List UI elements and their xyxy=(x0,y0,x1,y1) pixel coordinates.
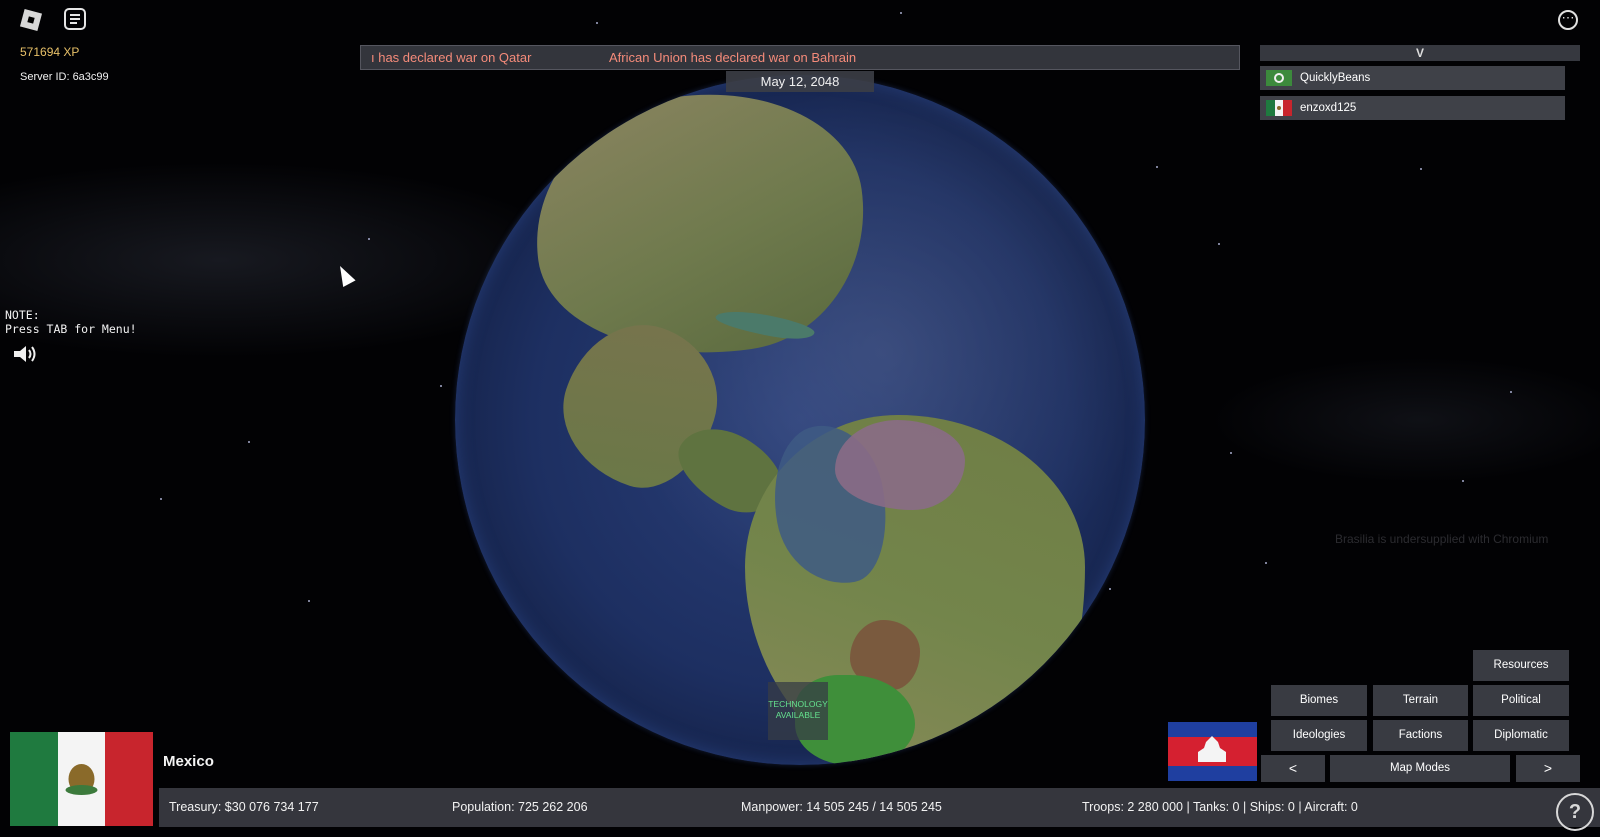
map-mode-political-button[interactable]: Political xyxy=(1473,685,1569,716)
world-globe[interactable] xyxy=(455,75,1145,765)
map-modes-label: Map Modes xyxy=(1330,755,1510,782)
ticker-message: ı has declared war on Qatar xyxy=(371,50,532,65)
manpower-stat: Manpower: 14 505 245 / 14 505 245 xyxy=(741,800,942,814)
player-row[interactable]: enzoxd125 xyxy=(1260,96,1565,120)
military-stat: Troops: 2 280 000 | Tanks: 0 | Ships: 0 … xyxy=(1082,800,1358,814)
more-options-icon[interactable]: ⋯ xyxy=(1558,10,1578,30)
game-date: May 12, 2048 xyxy=(726,71,874,92)
star xyxy=(440,385,442,387)
mexico-flag-icon xyxy=(1266,100,1292,116)
star xyxy=(1109,588,1111,590)
country-stats-bar: Treasury: $30 076 734 177 Population: 72… xyxy=(159,788,1600,827)
map-mode-ideologies-button[interactable]: Ideologies xyxy=(1271,720,1367,751)
star xyxy=(1510,391,1512,393)
cambodia-flag-icon[interactable] xyxy=(1168,722,1257,781)
server-id: Server ID: 6a3c99 xyxy=(20,71,109,83)
technology-available-button[interactable]: TECHNOLOGY AVAILABLE xyxy=(768,682,828,740)
player-list-toggle[interactable]: V xyxy=(1260,45,1580,61)
menu-note: NOTE: Press TAB for Menu! xyxy=(5,308,137,336)
player-row[interactable]: QuicklyBeans xyxy=(1260,66,1565,90)
star xyxy=(1265,562,1267,564)
xp-counter: 571694 XP xyxy=(20,45,80,59)
african-union-flag-icon xyxy=(1266,70,1292,86)
star xyxy=(1462,480,1464,482)
star xyxy=(308,600,310,602)
ticker-message: African Union has declared war on Bahrai… xyxy=(609,50,857,65)
star xyxy=(1420,168,1422,170)
map-mode-resources-button[interactable]: Resources xyxy=(1473,650,1569,681)
map-mode-diplomatic-button[interactable]: Diplomatic xyxy=(1473,720,1569,751)
star xyxy=(596,22,598,24)
notification-message: Brasilia is undersupplied with Chromium xyxy=(1335,532,1549,546)
treasury-stat: Treasury: $30 076 734 177 xyxy=(169,800,319,814)
map-mode-biomes-button[interactable]: Biomes xyxy=(1271,685,1367,716)
star xyxy=(1218,243,1220,245)
star xyxy=(248,441,250,443)
venezuela-region[interactable] xyxy=(835,420,965,510)
help-icon[interactable]: ? xyxy=(1556,793,1594,831)
map-mode-factions-button[interactable]: Factions xyxy=(1373,720,1468,751)
map-mode-next-button[interactable]: > xyxy=(1516,755,1580,782)
country-name: Mexico xyxy=(163,753,214,770)
star xyxy=(160,498,162,500)
map-mode-prev-button[interactable]: < xyxy=(1261,755,1325,782)
star xyxy=(900,12,902,14)
country-flag-icon xyxy=(10,732,153,826)
news-ticker: ı has declared war on Qatar African Unio… xyxy=(360,45,1240,70)
star xyxy=(368,238,370,240)
speaker-icon[interactable] xyxy=(12,343,40,365)
map-mode-terrain-button[interactable]: Terrain xyxy=(1373,685,1468,716)
player-name: QuicklyBeans xyxy=(1300,72,1371,84)
star xyxy=(1156,166,1158,168)
star xyxy=(1230,452,1232,454)
chat-icon[interactable] xyxy=(64,8,86,30)
player-name: enzoxd125 xyxy=(1300,102,1357,114)
population-stat: Population: 725 262 206 xyxy=(452,800,588,814)
